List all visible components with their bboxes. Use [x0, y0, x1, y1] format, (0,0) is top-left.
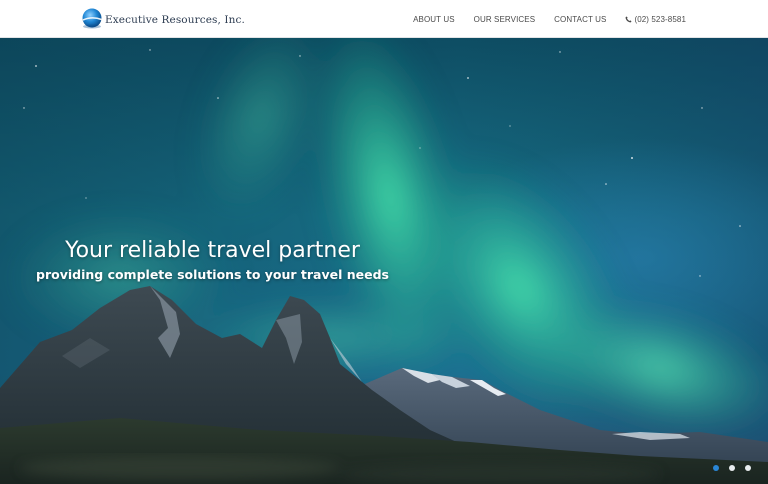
logo[interactable]: Executive Resources, Inc. [80, 7, 245, 31]
carousel-pagination [703, 465, 751, 471]
phone-number: (02) 523-8581 [634, 14, 686, 24]
carousel-dot-1[interactable] [713, 465, 719, 471]
nav-phone-link[interactable]: (02) 523-8581 [625, 15, 686, 24]
hero-title: Your reliable travel partner [65, 238, 360, 263]
nav-contact-us[interactable]: CONTACT US [554, 15, 606, 24]
carousel-dot-2[interactable] [729, 465, 735, 471]
globe-logo-icon [82, 8, 102, 29]
nav-our-services[interactable]: OUR SERVICES [474, 15, 536, 24]
carousel-dot-3[interactable] [745, 465, 751, 471]
site-header: Executive Resources, Inc. ABOUT US OUR S… [0, 0, 768, 38]
hero-carousel: Your reliable travel partner providing c… [0, 38, 768, 484]
hero-subtitle: providing complete solutions to your tra… [36, 267, 389, 282]
main-nav: ABOUT US OUR SERVICES CONTACT US (02) 52… [413, 0, 686, 38]
nav-about-us[interactable]: ABOUT US [413, 15, 455, 24]
hero-caption: Your reliable travel partner providing c… [30, 238, 395, 282]
logo-text: Executive Resources, Inc. [105, 14, 245, 26]
phone-icon [625, 16, 632, 22]
